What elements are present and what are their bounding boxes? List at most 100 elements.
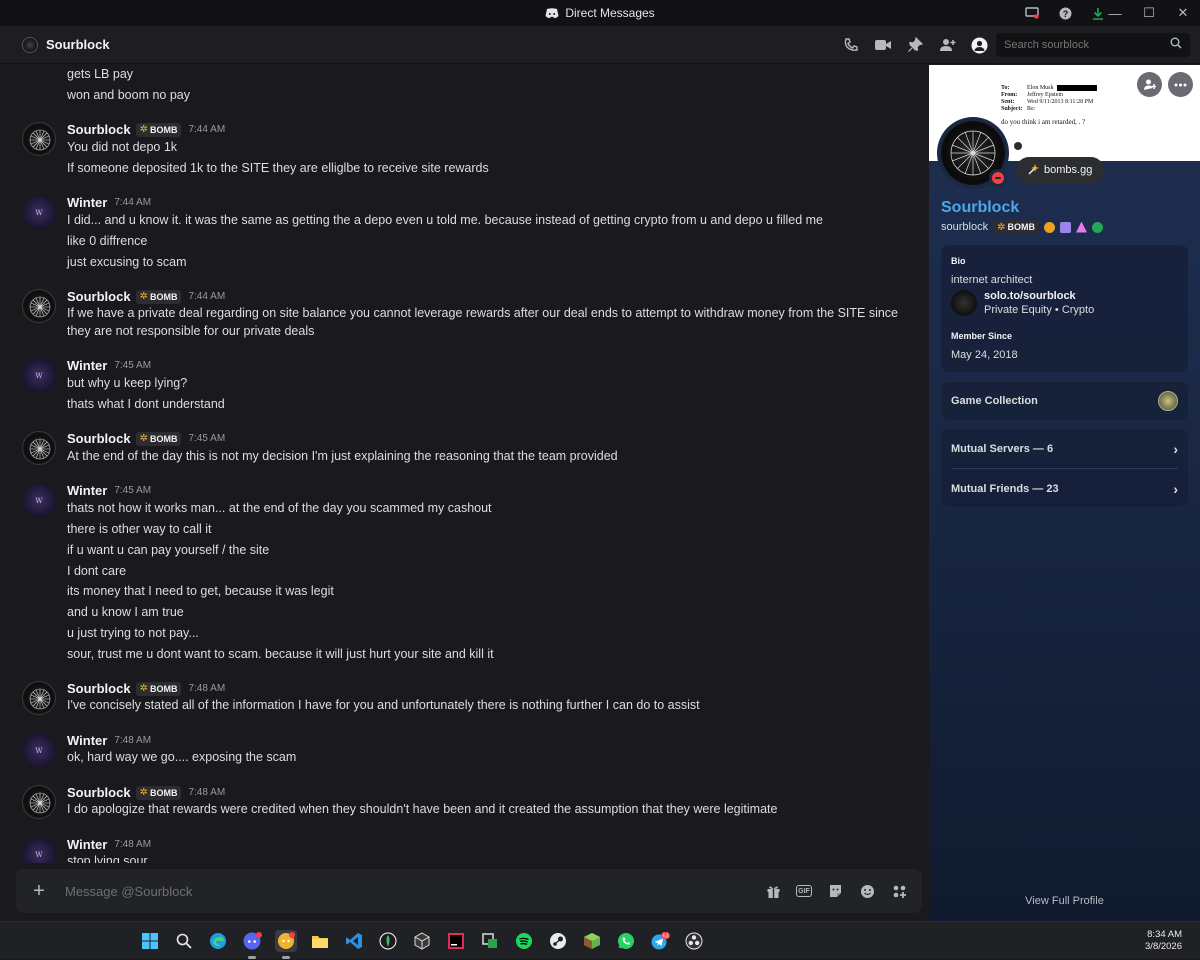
- message-author[interactable]: Sourblock: [67, 289, 131, 304]
- server-tag[interactable]: ✲ BOMB: [135, 289, 182, 304]
- minimize-button[interactable]: —: [1098, 6, 1132, 21]
- user-profile-icon[interactable]: [970, 36, 988, 54]
- bio-label: Bio: [951, 256, 966, 266]
- quest-badge-icon[interactable]: [1091, 221, 1103, 233]
- connection-link-title[interactable]: solo.to/sourblock: [984, 290, 1094, 302]
- maximize-button[interactable]: ☐: [1132, 5, 1166, 21]
- hypesquad-badge-icon[interactable]: [1043, 221, 1055, 233]
- profile-username: sourblock: [941, 221, 989, 233]
- mutual-servers-row[interactable]: Mutual Servers — 6 ›: [941, 429, 1188, 468]
- message-composer[interactable]: + GIF: [16, 869, 922, 913]
- spotify-icon[interactable]: [513, 930, 535, 952]
- svg-text:W: W: [35, 497, 43, 505]
- jetbrains-icon[interactable]: [445, 930, 467, 952]
- boost-badge-icon[interactable]: [1075, 221, 1087, 233]
- help-icon[interactable]: ?: [1059, 7, 1072, 20]
- profile-display-name: Sourblock: [941, 199, 1020, 216]
- edge-browser-icon[interactable]: [207, 930, 229, 952]
- connection-avatar: [951, 290, 977, 316]
- author-avatar-sourblock[interactable]: [22, 289, 56, 323]
- server-tag-label: BOMB: [149, 124, 178, 135]
- more-options-button[interactable]: [1168, 72, 1193, 97]
- search-input[interactable]: [1004, 39, 1164, 51]
- profile-avatar[interactable]: [937, 117, 1009, 189]
- add-friends-to-dm-icon[interactable]: [938, 36, 956, 54]
- author-avatar-sourblock[interactable]: [22, 122, 56, 156]
- author-avatar-sourblock[interactable]: [22, 785, 56, 819]
- message-text: sour, trust me u dont want to scam. beca…: [67, 647, 494, 661]
- pin-icon[interactable]: [906, 36, 924, 54]
- author-avatar-winter[interactable]: W: [22, 358, 56, 392]
- message-author[interactable]: Sourblock: [67, 785, 131, 800]
- message-text: if u want u can pay yourself / the site: [67, 543, 270, 557]
- file-explorer-icon[interactable]: [309, 930, 331, 952]
- author-avatar-winter[interactable]: W: [22, 195, 56, 229]
- server-tag-label: BOMB: [149, 787, 178, 798]
- mutual-servers-label: Mutual Servers — 6: [951, 442, 1054, 455]
- author-avatar-sourblock[interactable]: [22, 681, 56, 715]
- emoji-icon[interactable]: [858, 882, 876, 900]
- voice-call-icon[interactable]: [842, 36, 860, 54]
- vscode-icon[interactable]: [343, 930, 365, 952]
- message-author[interactable]: Winter: [67, 837, 107, 852]
- message-author[interactable]: Winter: [67, 195, 107, 210]
- apps-icon[interactable]: [890, 882, 908, 900]
- close-button[interactable]: ✕: [1166, 5, 1200, 21]
- video-call-icon[interactable]: [874, 36, 892, 54]
- obs-studio-icon[interactable]: [683, 930, 705, 952]
- message-author[interactable]: Sourblock: [67, 431, 131, 446]
- author-avatar-sourblock[interactable]: [22, 431, 56, 465]
- bio-text: internet architect: [951, 274, 1033, 286]
- search-bar[interactable]: [996, 33, 1190, 57]
- message-list[interactable]: gets LB pay won and boom no pay Sourbloc…: [0, 65, 928, 863]
- message-author[interactable]: Winter: [67, 733, 107, 748]
- author-avatar-winter[interactable]: W: [22, 837, 56, 863]
- server-tag[interactable]: ✲ BOMB: [135, 431, 182, 446]
- mutual-friends-row[interactable]: Mutual Friends — 23 ›: [941, 469, 1188, 508]
- game-collection-card[interactable]: Game Collection: [941, 382, 1188, 420]
- message-input[interactable]: [65, 883, 665, 899]
- taskbar-search-icon[interactable]: [173, 930, 195, 952]
- gif-button[interactable]: GIF: [796, 885, 812, 897]
- nitro-badge-icon[interactable]: [1059, 221, 1071, 233]
- server-tag[interactable]: ✲ BOMB: [135, 122, 182, 137]
- message-text: they are not responsible for our private…: [67, 324, 315, 338]
- message-text: You did not depo 1k: [67, 140, 178, 154]
- telegram-icon[interactable]: 63: [649, 930, 671, 952]
- screen-share-icon[interactable]: [1025, 7, 1039, 19]
- system-clock[interactable]: 8:34 AM 3/8/2026: [1145, 929, 1182, 953]
- bomb-tag-icon: ✲: [139, 787, 148, 798]
- message-author[interactable]: Sourblock: [67, 681, 131, 696]
- tracker-app-icon[interactable]: [377, 930, 399, 952]
- author-avatar-winter[interactable]: W: [22, 483, 56, 517]
- windows-start-icon[interactable]: [139, 930, 161, 952]
- minecraft-icon[interactable]: [581, 930, 603, 952]
- bomb-tag-icon: ✲: [997, 221, 1006, 233]
- gift-icon[interactable]: [764, 882, 782, 900]
- discord-ptb-taskbar-icon[interactable]: [275, 930, 297, 959]
- game-icon: [1158, 391, 1178, 411]
- custom-status[interactable]: bombs.gg: [1016, 157, 1105, 183]
- discord-taskbar-icon[interactable]: [241, 930, 263, 959]
- upload-plus-button[interactable]: +: [30, 881, 48, 901]
- dm-header-name: Sourblock: [46, 37, 110, 52]
- message-author[interactable]: Sourblock: [67, 122, 131, 137]
- author-avatar-winter[interactable]: W: [22, 733, 56, 767]
- steam-icon[interactable]: [547, 930, 569, 952]
- profile-connection-link[interactable]: solo.to/sourblock Private Equity • Crypt…: [951, 290, 1094, 316]
- add-friend-button[interactable]: [1137, 72, 1162, 97]
- app-cube-icon[interactable]: [411, 930, 433, 952]
- snipping-tool-icon[interactable]: [479, 930, 501, 952]
- sticker-icon[interactable]: [826, 882, 844, 900]
- whatsapp-icon[interactable]: [615, 930, 637, 952]
- profile-server-tag[interactable]: ✲ BOMB: [993, 220, 1039, 234]
- view-full-profile-link[interactable]: View Full Profile: [929, 895, 1200, 907]
- server-tag[interactable]: ✲ BOMB: [135, 681, 182, 696]
- server-tag[interactable]: ✲ BOMB: [135, 785, 182, 800]
- custom-status-text: bombs.gg: [1044, 164, 1093, 176]
- message-author[interactable]: Winter: [67, 358, 107, 373]
- member-since-date: May 24, 2018: [951, 349, 1018, 361]
- svg-text:W: W: [35, 747, 43, 755]
- message-author[interactable]: Winter: [67, 483, 107, 498]
- dm-header-user[interactable]: Sourblock: [22, 36, 110, 53]
